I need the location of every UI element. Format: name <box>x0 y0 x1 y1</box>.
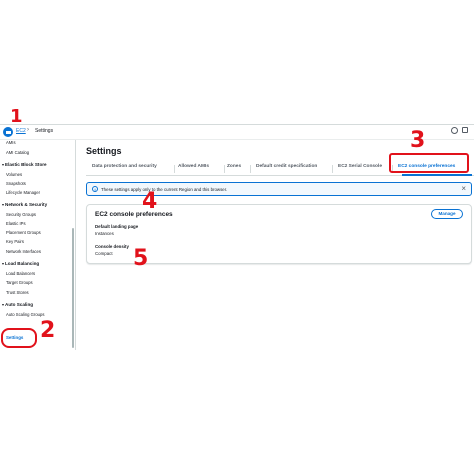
sidebar-item-trust-stores[interactable]: Trust Stores <box>6 290 29 295</box>
breadcrumb-ec2-link[interactable]: EC2 <box>16 128 26 134</box>
sidebar-item-snapshots[interactable]: Snapshots <box>6 181 26 186</box>
caret-down-icon <box>2 163 4 166</box>
close-icon[interactable]: × <box>461 184 466 194</box>
tab-allowed-amis[interactable]: Allowed AMIs <box>178 164 209 169</box>
sidebar-item-volumes[interactable]: Volumes <box>6 172 22 177</box>
sidebar-section-label: Auto Scaling <box>5 302 34 307</box>
sidebar-nav: AMIs AMI Catalog Elastic Block Store Vol… <box>0 140 76 350</box>
sidebar-item-load-balancers[interactable]: Load Balancers <box>6 271 35 276</box>
sidebar-section-label: Elastic Block Store <box>5 162 47 167</box>
annotation-number-4: 4 <box>142 189 158 214</box>
caret-down-icon <box>2 262 4 265</box>
sidebar-section-auto-scaling[interactable]: Auto Scaling <box>2 302 33 307</box>
breadcrumb-separator-icon: › <box>27 127 29 133</box>
caret-down-icon <box>2 203 4 206</box>
annotation-highlight-tab <box>389 153 469 173</box>
sidebar-item-amis[interactable]: AMIs <box>6 140 16 145</box>
sidebar-item-key-pairs[interactable]: Key Pairs <box>6 239 24 244</box>
annotation-number-3: 3 <box>410 128 426 153</box>
sidebar-item-auto-scaling-groups[interactable]: Auto Scaling Groups <box>6 312 44 317</box>
sidebar-item-security-groups[interactable]: Security Groups <box>6 212 36 217</box>
page-title: Settings <box>86 146 122 156</box>
tab-data-protection[interactable]: Data protection and security <box>92 164 157 169</box>
sidebar-item-lifecycle-manager[interactable]: Lifecycle Manager <box>6 190 40 195</box>
console-density-value: Compact <box>95 251 113 256</box>
menu-icon[interactable] <box>3 127 13 137</box>
tab-divider <box>250 165 251 173</box>
card-title: EC2 console preferences <box>95 211 173 218</box>
tab-zones[interactable]: Zones <box>227 164 241 169</box>
top-bar: EC2 › Settings <box>0 124 474 140</box>
sidebar-section-elastic-block-store[interactable]: Elastic Block Store <box>2 162 47 167</box>
sidebar-item-placement-groups[interactable]: Placement Groups <box>6 230 41 235</box>
flash-message: These settings apply only to the current… <box>101 187 228 192</box>
tab-ec2-serial-console[interactable]: EC2 Serial Console <box>338 164 382 169</box>
tab-divider <box>332 165 333 173</box>
sidebar-section-load-balancing[interactable]: Load Balancing <box>2 261 39 266</box>
caret-down-icon <box>2 303 4 306</box>
default-landing-page-label: Default landing page <box>95 224 139 229</box>
info-icon: i <box>92 186 98 192</box>
manage-button[interactable]: Manage <box>431 209 463 219</box>
sidebar-item-elastic-ips[interactable]: Elastic IPs <box>6 221 26 226</box>
sidebar-scrollbar[interactable] <box>72 228 74 348</box>
annotation-highlight-settings <box>1 328 37 348</box>
annotation-number-5: 5 <box>133 246 149 271</box>
annotation-number-2: 2 <box>40 318 56 343</box>
tab-default-credit-specification[interactable]: Default credit specification <box>256 164 317 169</box>
sidebar-section-label: Load Balancing <box>5 261 40 266</box>
sidebar-item-ami-catalog[interactable]: AMI Catalog <box>6 150 29 155</box>
sidebar-item-target-groups[interactable]: Target Groups <box>6 280 33 285</box>
info-panel-icon[interactable] <box>462 127 468 133</box>
tab-divider <box>224 165 225 173</box>
settings-icon[interactable] <box>451 127 458 134</box>
active-tab-indicator <box>402 174 472 176</box>
sidebar-item-network-interfaces[interactable]: Network Interfaces <box>6 249 41 254</box>
annotation-number-1: 1 <box>10 106 23 127</box>
breadcrumb-current: Settings <box>35 128 54 134</box>
sidebar-section-label: Network & Security <box>5 202 48 207</box>
top-icons <box>451 127 468 134</box>
console-density-label: Console density <box>95 244 129 249</box>
sidebar-section-network-security[interactable]: Network & Security <box>2 202 47 207</box>
tab-divider <box>174 165 175 173</box>
default-landing-page-value: Instances <box>95 231 114 236</box>
